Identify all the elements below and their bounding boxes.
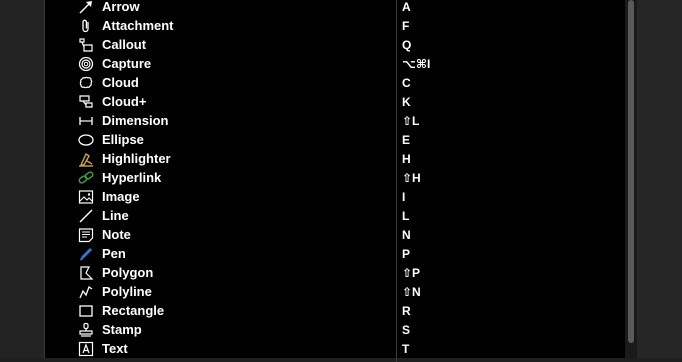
scrollbar-thumb[interactable] [628,0,634,343]
pen-icon [77,245,95,263]
tool-shortcut: E [402,133,411,147]
tool-label: Capture [102,56,152,71]
tool-label: Pen [102,246,126,261]
image-icon [77,188,95,206]
tool-label: Text [102,341,128,356]
tool-shortcut: S [402,323,411,337]
tool-shortcut: R [402,304,411,318]
stamp-icon [77,321,95,339]
note-icon [77,226,95,244]
tool-shortcut: I [402,190,406,204]
tool-row-stamp[interactable]: Stamp S [44,321,625,340]
tool-label: Line [102,208,129,223]
tool-label: Callout [102,37,147,52]
tool-row-attachment[interactable]: Attachment F [44,17,625,36]
tool-row-polyline[interactable]: Polyline ⇧N [44,283,625,302]
tool-shortcut: A [402,0,411,14]
tool-shortcut: H [402,152,411,166]
tool-label: Stamp [102,322,142,337]
polygon-icon [77,264,95,282]
cloud-icon [77,74,95,92]
tool-label: Polyline [102,284,152,299]
rectangle-icon [77,302,95,320]
tool-shortcut: P [402,247,411,261]
polyline-icon [77,283,95,301]
tool-label: Attachment [102,18,174,33]
tool-row-arrow[interactable]: Arrow A [44,0,625,17]
tool-shortcut: ⇧H [402,171,421,185]
tool-label: Image [102,189,140,204]
tool-shortcut: L [402,209,410,223]
tool-label: Arrow [102,0,140,14]
tool-label: Highlighter [102,151,171,166]
tool-shortcut: T [402,342,410,356]
tool-row-ellipse[interactable]: Ellipse E [44,131,625,150]
arrow-icon [77,0,95,16]
tool-label: Ellipse [102,132,144,147]
dimension-icon [77,112,95,130]
tool-row-text[interactable]: Text T [44,340,625,359]
tool-row-line[interactable]: Line L [44,207,625,226]
tool-label: Cloud [102,75,139,90]
text-icon [77,340,95,358]
tool-row-polygon[interactable]: Polygon ⇧P [44,264,625,283]
tool-label: Note [102,227,131,242]
tool-row-hyperlink[interactable]: Hyperlink ⇧H [44,169,625,188]
tool-row-highlighter[interactable]: Highlighter H [44,150,625,169]
tool-row-dimension[interactable]: Dimension ⇧L [44,112,625,131]
tool-shortcut: N [402,228,411,242]
tool-row-pen[interactable]: Pen P [44,245,625,264]
tool-row-cloud-plus[interactable]: Cloud+ K [44,93,625,112]
line-icon [77,207,95,225]
tool-shortcut: F [402,19,410,33]
tool-shortcut: ⇧N [402,285,421,299]
panel-edge [637,0,682,358]
tool-shortcut: K [402,95,411,109]
capture-icon [77,55,95,73]
paperclip-icon [77,17,95,35]
tool-label: Cloud+ [102,94,147,109]
hyperlink-icon [77,169,95,187]
tool-row-note[interactable]: Note N [44,226,625,245]
tool-label: Rectangle [102,303,165,318]
tool-row-image[interactable]: Image I [44,188,625,207]
tool-label: Dimension [102,113,169,128]
tool-row-callout[interactable]: Callout Q [44,36,625,55]
tool-shortcut: ⇧L [402,114,420,128]
tool-row-rectangle[interactable]: Rectangle R [44,302,625,321]
highlighter-icon [77,150,95,168]
ellipse-icon [77,131,95,149]
tool-row-cloud[interactable]: Cloud C [44,74,625,93]
tool-shortcut: ⌥⌘I [402,57,431,71]
tool-shortcut: Q [402,38,412,52]
tool-shortcut: C [402,76,411,90]
tool-shortcut: ⇧P [402,266,421,280]
cloud-plus-icon [77,93,95,111]
tool-label: Polygon [102,265,154,280]
callout-icon [77,36,95,54]
tool-label: Hyperlink [102,170,162,185]
tool-row-capture[interactable]: Capture ⌥⌘I [44,55,625,74]
